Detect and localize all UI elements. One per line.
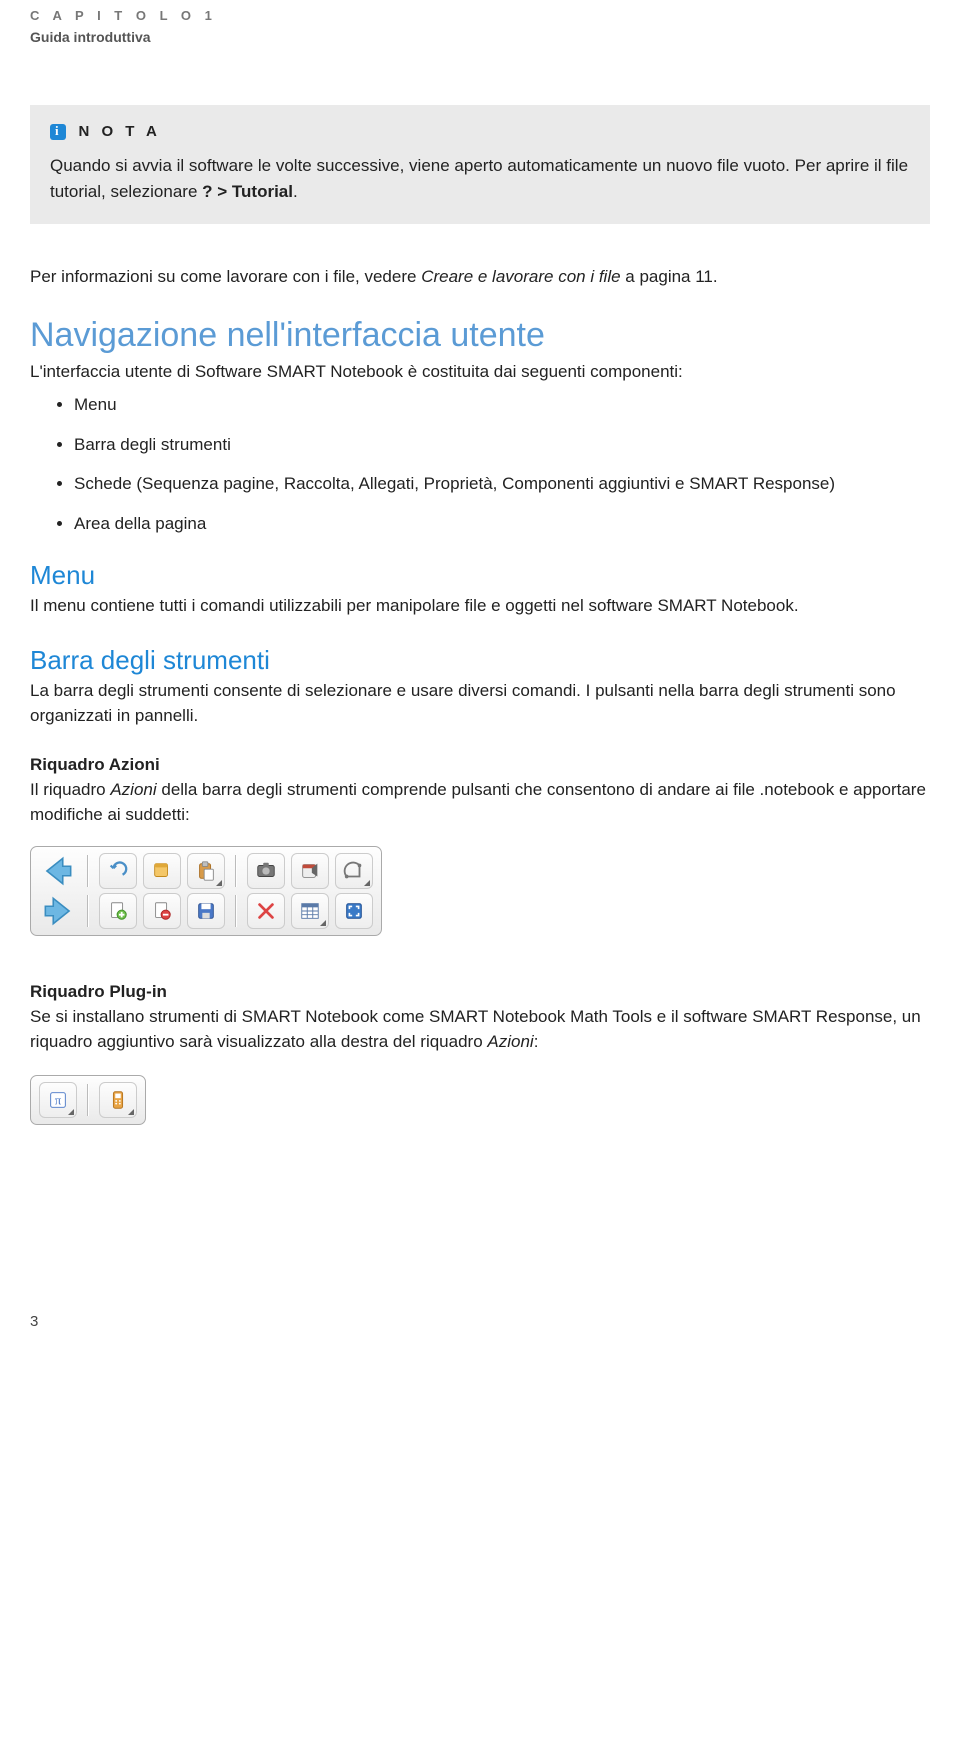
plugin-ital: Azioni [487, 1032, 533, 1051]
save-button[interactable] [187, 893, 225, 929]
toolbar-separator [87, 1084, 89, 1116]
toolbar-separator [235, 855, 237, 887]
list-item: Schede (Sequenza pagine, Raccolta, Alleg… [74, 471, 930, 497]
preinfo-ital: Creare e lavorare con i file [421, 267, 620, 286]
plugin-toolbar: π [30, 1075, 146, 1125]
heading-azioni: Riquadro Azioni [30, 755, 930, 775]
info-icon [50, 124, 66, 140]
azioni-pre: Il riquadro [30, 780, 110, 799]
delete-button[interactable] [247, 893, 285, 929]
screen-capture-button[interactable] [247, 853, 285, 889]
next-page-button[interactable] [39, 893, 77, 929]
fullscreen-button[interactable] [335, 893, 373, 929]
plugin-pre: Se si installano strumenti di SMART Note… [30, 1007, 921, 1052]
new-file-button[interactable] [143, 853, 181, 889]
heading-plugin: Riquadro Plug-in [30, 982, 930, 1002]
table-button[interactable] [291, 893, 329, 929]
plugin-post: : [534, 1032, 539, 1051]
doc-camera-button[interactable] [291, 853, 329, 889]
note-body: Quando si avvia il software le volte suc… [50, 153, 910, 204]
note-text-1: Quando si avvia il software le volte suc… [50, 156, 790, 175]
nav-intro: L'interfaccia utente di Software SMART N… [30, 359, 930, 385]
chapter-label: C A P I T O L O 1 [30, 8, 930, 23]
note-bold: ? > Tutorial [202, 182, 293, 201]
menu-body: Il menu contiene tutti i comandi utilizz… [30, 593, 930, 619]
paste-button[interactable] [187, 853, 225, 889]
shapes-button[interactable] [335, 853, 373, 889]
delete-page-button[interactable] [143, 893, 181, 929]
undo-button[interactable] [99, 853, 137, 889]
note-callout: N O T A Quando si avvia il software le v… [30, 105, 930, 224]
azioni-toolbar [30, 846, 382, 936]
preinfo-pre: Per informazioni su come lavorare con i … [30, 267, 421, 286]
preinfo-post: a pagina 11. [621, 267, 718, 286]
heading-navigazione: Navigazione nell'interfaccia utente [30, 316, 930, 355]
preinfo-paragraph: Per informazioni su come lavorare con i … [30, 264, 930, 290]
note-title: N O T A [78, 123, 160, 140]
azioni-post: della barra degli strumenti comprende pu… [30, 780, 926, 825]
list-item: Area della pagina [74, 511, 930, 537]
note-end: . [293, 182, 298, 201]
azioni-body: Il riquadro Azioni della barra degli str… [30, 777, 930, 828]
components-list: Menu Barra degli strumenti Schede (Seque… [30, 392, 930, 536]
plugin-body: Se si installano strumenti di SMART Note… [30, 1004, 930, 1055]
list-item: Menu [74, 392, 930, 418]
heading-barra: Barra degli strumenti [30, 645, 930, 676]
toolbar-separator [87, 855, 89, 887]
azioni-ital: Azioni [110, 780, 156, 799]
prev-page-button[interactable] [39, 853, 77, 889]
response-button[interactable] [99, 1082, 137, 1118]
chapter-subtitle: Guida introduttiva [30, 29, 930, 45]
svg-text:π: π [55, 1093, 62, 1107]
heading-menu: Menu [30, 560, 930, 591]
toolbar-separator [235, 895, 237, 927]
barra-body: La barra degli strumenti consente di sel… [30, 678, 930, 729]
list-item: Barra degli strumenti [74, 432, 930, 458]
page-number: 3 [30, 1313, 930, 1330]
add-page-button[interactable] [99, 893, 137, 929]
toolbar-separator [87, 895, 89, 927]
math-tools-button[interactable]: π [39, 1082, 77, 1118]
